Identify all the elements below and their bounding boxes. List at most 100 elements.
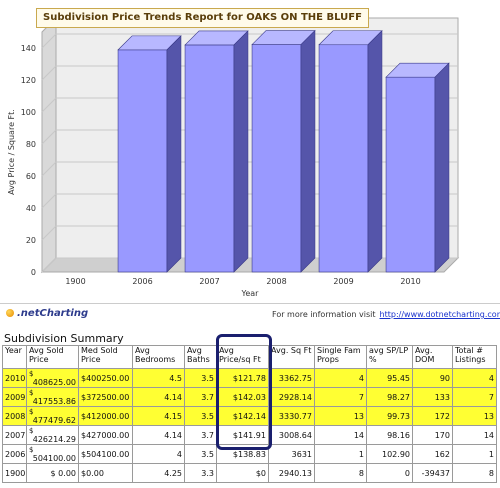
cell-single-fam-props: 14 bbox=[314, 425, 367, 445]
x-tick-label: 2009 bbox=[333, 277, 353, 286]
cell-avg-bedrooms: 4.14 bbox=[132, 425, 185, 445]
cell-single-fam-props: 1 bbox=[314, 444, 367, 464]
cell-total-listings: 13 bbox=[452, 406, 497, 426]
cell-single-fam-props: 13 bbox=[314, 406, 367, 426]
cell-total-listings: 1 bbox=[452, 444, 497, 464]
cell-avg-sqft: 2928.14 bbox=[268, 387, 315, 407]
avg-sold-value: 417553.86 bbox=[32, 396, 76, 406]
avg-sold-value: 408625.00 bbox=[32, 377, 76, 387]
cell-year: 2009 bbox=[2, 387, 27, 407]
chart-footer: .netCharting For more information visit h… bbox=[0, 303, 500, 326]
cell-avg-baths: 3.5 bbox=[184, 406, 217, 426]
header-year: Year bbox=[2, 345, 27, 369]
bar-side-2006 bbox=[166, 35, 182, 273]
more-info-text: For more information visit bbox=[272, 310, 376, 319]
bar-2006 bbox=[117, 49, 168, 273]
bar-2007 bbox=[184, 44, 235, 273]
logo-icon bbox=[6, 309, 14, 317]
cell-avg-bedrooms: 4 bbox=[132, 444, 185, 464]
cell-avg-dom: -39437 bbox=[412, 463, 453, 483]
cell-avg-bedrooms: 4.15 bbox=[132, 406, 185, 426]
cell-avg-bedrooms: 4.25 bbox=[132, 463, 185, 483]
more-info: For more information visit http://www.dot… bbox=[272, 310, 500, 319]
y-tick-label: 60 bbox=[26, 172, 36, 181]
cell-avg-dom: 133 bbox=[412, 387, 453, 407]
cell-year: 1900 bbox=[2, 463, 27, 483]
cell-avg-baths: 3.5 bbox=[184, 444, 217, 464]
y-tick-label: 20 bbox=[26, 236, 36, 245]
cell-avg-price-sqft: $0 bbox=[216, 463, 269, 483]
cell-year: 2008 bbox=[2, 406, 27, 426]
cell-avg-dom: 90 bbox=[412, 368, 453, 388]
cell-year: 2007 bbox=[2, 425, 27, 445]
price-trend-chart: 0 20 40 60 80 100 120 140 1900 2006 2007 2008 2009 20… bbox=[7, 16, 460, 298]
cell-med-sold-price: $427000.00 bbox=[78, 425, 133, 445]
cell-avg-sold-price: $ 0.00 bbox=[26, 463, 79, 483]
header-avg-dom: Avg. DOM bbox=[412, 345, 453, 369]
table-row: 1900 $ 0.00 $0.00 4.25 3.3 $0 2940.13 8 0 -39437 8 bbox=[2, 463, 497, 483]
header-single-fam-props: Single Fam Props bbox=[314, 345, 367, 369]
more-info-link[interactable]: http://www.dotnetcharting.com bbox=[380, 310, 500, 319]
cell-avg-splp: 0 bbox=[366, 463, 413, 483]
y-tick-label: 0 bbox=[31, 268, 36, 277]
cell-med-sold-price: $504100.00 bbox=[78, 444, 133, 464]
x-tick-label: 2010 bbox=[400, 277, 420, 286]
cell-year: 2010 bbox=[2, 368, 27, 388]
cell-avg-sold-price: $417553.86 bbox=[26, 387, 79, 407]
x-tick-label: 2007 bbox=[199, 277, 219, 286]
cell-avg-splp: 95.45 bbox=[366, 368, 413, 388]
bar-side-2009 bbox=[367, 30, 383, 273]
cell-avg-bedrooms: 4.14 bbox=[132, 387, 185, 407]
bar-side-2010 bbox=[434, 62, 450, 273]
x-tick-label: 2006 bbox=[132, 277, 152, 286]
cell-avg-sold-price: $408625.00 bbox=[26, 368, 79, 388]
bar-side-2007 bbox=[233, 30, 249, 273]
y-tick-label: 40 bbox=[26, 204, 36, 213]
cell-avg-sold-price: $426214.29 bbox=[26, 425, 79, 445]
summary-title: Subdivision Summary bbox=[4, 332, 124, 345]
cell-total-listings: 4 bbox=[452, 368, 497, 388]
currency-symbol: $ bbox=[29, 426, 34, 435]
dotnetcharting-logo[interactable]: .netCharting bbox=[6, 308, 88, 319]
cell-total-listings: 8 bbox=[452, 463, 497, 483]
cell-total-listings: 14 bbox=[452, 425, 497, 445]
cell-avg-sqft: 2940.13 bbox=[268, 463, 315, 483]
cell-avg-bedrooms: 4.5 bbox=[132, 368, 185, 388]
x-tick-label: 1900 bbox=[65, 277, 85, 286]
chart-area: Subdivision Price Trends Report for OAKS… bbox=[0, 0, 500, 300]
header-avg-bedrooms: Avg Bedrooms bbox=[132, 345, 185, 369]
cell-avg-baths: 3.7 bbox=[184, 387, 217, 407]
header-avg-sqft: Avg. Sq Ft bbox=[268, 345, 315, 369]
y-tick-label: 140 bbox=[21, 44, 36, 53]
header-med-sold-price: Med Sold Price bbox=[78, 345, 133, 369]
bar-2009 bbox=[318, 44, 369, 273]
bar-side-2008 bbox=[300, 29, 316, 273]
cell-single-fam-props: 4 bbox=[314, 368, 367, 388]
cell-avg-sqft: 3631 bbox=[268, 444, 315, 464]
avg-sold-value: 504100.00 bbox=[32, 453, 76, 463]
cell-avg-sold-price: $477479.62 bbox=[26, 406, 79, 426]
cell-avg-sqft: 3008.64 bbox=[268, 425, 315, 445]
currency-symbol: $ bbox=[29, 445, 34, 454]
cell-avg-baths: 3.7 bbox=[184, 425, 217, 445]
x-axis-title: Year bbox=[241, 289, 260, 298]
header-total-listings: Total # Listings bbox=[452, 345, 497, 369]
avg-sold-value: 426214.29 bbox=[32, 434, 76, 444]
header-avg-baths: Avg Baths bbox=[184, 345, 217, 369]
cell-avg-baths: 3.5 bbox=[184, 368, 217, 388]
cell-med-sold-price: $400250.00 bbox=[78, 368, 133, 388]
bar-2008 bbox=[251, 44, 302, 273]
cell-avg-splp: 102.90 bbox=[366, 444, 413, 464]
cell-med-sold-price: $0.00 bbox=[78, 463, 133, 483]
cell-avg-sqft: 3362.75 bbox=[268, 368, 315, 388]
avg-sold-value: $ 0.00 bbox=[50, 468, 76, 478]
avg-sold-value: 477479.62 bbox=[32, 415, 76, 425]
chart-title: Subdivision Price Trends Report for OAKS… bbox=[36, 8, 369, 28]
y-tick-label: 120 bbox=[21, 76, 36, 85]
cell-avg-dom: 170 bbox=[412, 425, 453, 445]
y-axis-title: Avg Price / Square Ft. bbox=[7, 109, 16, 195]
y-tick-label: 80 bbox=[26, 140, 36, 149]
currency-symbol: $ bbox=[29, 388, 34, 397]
logo-text: .netCharting bbox=[17, 308, 89, 319]
cell-avg-splp: 98.16 bbox=[366, 425, 413, 445]
